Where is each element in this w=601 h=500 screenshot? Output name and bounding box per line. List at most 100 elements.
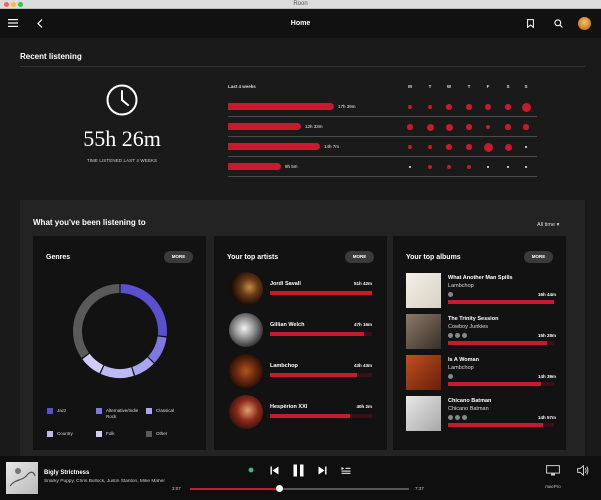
artist-play-fill <box>270 332 364 336</box>
chevron-down-icon: ▾ <box>556 222 560 228</box>
album-badges <box>448 374 453 379</box>
album-row[interactable]: Chicano Batman Chicano Batman 14h 57m <box>406 396 556 432</box>
album-cover[interactable] <box>406 396 441 431</box>
artist-play-fill <box>270 373 357 377</box>
album-title[interactable]: The Trinity Session <box>448 316 498 322</box>
album-play-time: 16h 44m <box>537 292 556 297</box>
now-playing-title[interactable]: Bigly Strictness <box>44 470 89 476</box>
bookmark-icon[interactable] <box>523 16 537 30</box>
elapsed-time: 3:07 <box>172 486 181 491</box>
genre-slice[interactable] <box>82 353 104 374</box>
time-range-dropdown[interactable]: All time ▾ <box>537 222 559 228</box>
album-row[interactable]: Is A Woman Lambchop 14h 39m <box>406 355 556 391</box>
album-artist[interactable]: Chicano Batman <box>448 406 489 412</box>
albums-more-button[interactable]: MORE <box>524 251 553 263</box>
volume-icon[interactable] <box>576 464 590 476</box>
weeks-header: Last 4 weeks <box>228 84 256 89</box>
quality-badge-icon <box>455 333 460 338</box>
previous-track-icon[interactable] <box>268 464 280 476</box>
day-activity-dot <box>447 165 451 169</box>
album-title[interactable]: What Another Man Spills <box>448 275 513 281</box>
day-activity-dot <box>426 123 434 131</box>
quality-badge-icon <box>448 333 453 338</box>
weekday-label: F <box>486 84 490 89</box>
album-play-fill <box>448 382 542 386</box>
legend-swatch <box>47 408 53 414</box>
artist-photo[interactable] <box>229 395 263 429</box>
weekday-label: T <box>467 84 471 89</box>
now-playing-album-art[interactable] <box>6 462 38 494</box>
legend-label: Folk <box>106 431 115 436</box>
legend-label: Jazz <box>57 408 67 413</box>
top-artists-title: Your top artists <box>227 254 279 261</box>
artist-row[interactable]: Lambchop 43h 43m <box>229 354 377 388</box>
album-title[interactable]: Is A Woman <box>448 357 479 363</box>
next-track-icon[interactable] <box>316 464 328 476</box>
artist-play-bar <box>270 373 372 377</box>
weekday-label: T <box>428 84 432 89</box>
album-row[interactable]: The Trinity Session Cowboy Junkies 15h 28m <box>406 314 556 350</box>
zone-name[interactable]: macPro <box>543 484 563 489</box>
artist-name[interactable]: Hespèrion XXI <box>270 404 307 410</box>
genre-slice[interactable] <box>73 284 120 359</box>
legend-label: Classical <box>156 408 175 413</box>
artist-name[interactable]: Jordi Savall <box>270 281 301 287</box>
day-activity-dot <box>445 123 453 131</box>
weekday-label: W <box>446 84 452 89</box>
artist-row[interactable]: Hespèrion XXI 40h 2m <box>229 395 377 429</box>
search-icon[interactable] <box>551 16 565 30</box>
seek-bar[interactable] <box>190 485 409 492</box>
genres-more-button[interactable]: MORE <box>164 251 193 263</box>
top-artists-card: Your top artists MORE Jordi Savall 51h 42… <box>214 236 387 450</box>
genres-title: Genres <box>46 254 71 261</box>
artist-photo[interactable] <box>229 354 263 388</box>
genre-slice[interactable] <box>120 284 167 337</box>
top-albums-card: Your top albums MORE What Another Man Sp… <box>393 236 566 450</box>
artist-play-bar <box>270 332 372 336</box>
album-cover[interactable] <box>406 314 441 349</box>
artist-photo[interactable] <box>229 272 263 306</box>
day-activity-dot <box>408 105 412 109</box>
album-play-fill <box>448 423 544 427</box>
album-artist[interactable]: Cowboy Junkies <box>448 324 488 330</box>
clock-icon <box>106 84 138 116</box>
zone-speaker-icon[interactable] <box>545 464 561 476</box>
day-activity-dot <box>467 165 471 169</box>
album-play-bar <box>448 300 554 304</box>
album-play-time: 15h 28m <box>537 333 556 338</box>
page-title: Home <box>290 20 311 27</box>
user-avatar[interactable] <box>578 17 591 30</box>
album-artist[interactable]: Lambchop <box>448 283 474 289</box>
weekday-label: S <box>524 84 528 89</box>
genre-slice[interactable] <box>148 336 167 363</box>
pause-icon[interactable] <box>290 463 306 477</box>
artist-row[interactable]: Gillian Welch 47h 16m <box>229 313 377 347</box>
week-row: 17h 39m <box>228 97 537 117</box>
album-row[interactable]: What Another Man Spills Lambchop 16h 44m <box>406 273 556 309</box>
artist-photo[interactable] <box>229 313 263 347</box>
now-playing-artists[interactable]: Snarky Puppy, Chris Bullock, Justin Stan… <box>44 479 166 484</box>
album-cover[interactable] <box>406 355 441 390</box>
artist-play-time: 40h 2m <box>356 404 372 409</box>
seek-handle[interactable] <box>276 485 284 492</box>
artists-more-button[interactable]: MORE <box>345 251 374 263</box>
album-play-bar <box>448 382 554 386</box>
artist-name[interactable]: Gillian Welch <box>270 322 304 328</box>
player-bar: Bigly Strictness Snarky Puppy, Chris Bul… <box>0 456 601 500</box>
genre-slice[interactable] <box>132 357 154 376</box>
week-bar <box>228 163 281 170</box>
artist-row[interactable]: Jordi Savall 51h 42m <box>229 272 377 306</box>
legend-label: Country <box>57 431 73 436</box>
album-badges <box>448 292 453 297</box>
signal-path-icon[interactable] <box>246 464 256 476</box>
album-badges <box>448 333 467 338</box>
total-listening-time: 55h 26m <box>83 126 161 151</box>
album-badges <box>448 415 467 420</box>
queue-icon[interactable] <box>340 464 352 476</box>
album-artist[interactable]: Lambchop <box>448 365 474 371</box>
day-activity-dot <box>446 104 452 110</box>
genre-slice[interactable] <box>100 365 134 378</box>
album-title[interactable]: Chicano Batman <box>448 398 491 404</box>
album-cover[interactable] <box>406 273 441 308</box>
artist-name[interactable]: Lambchop <box>270 363 298 369</box>
